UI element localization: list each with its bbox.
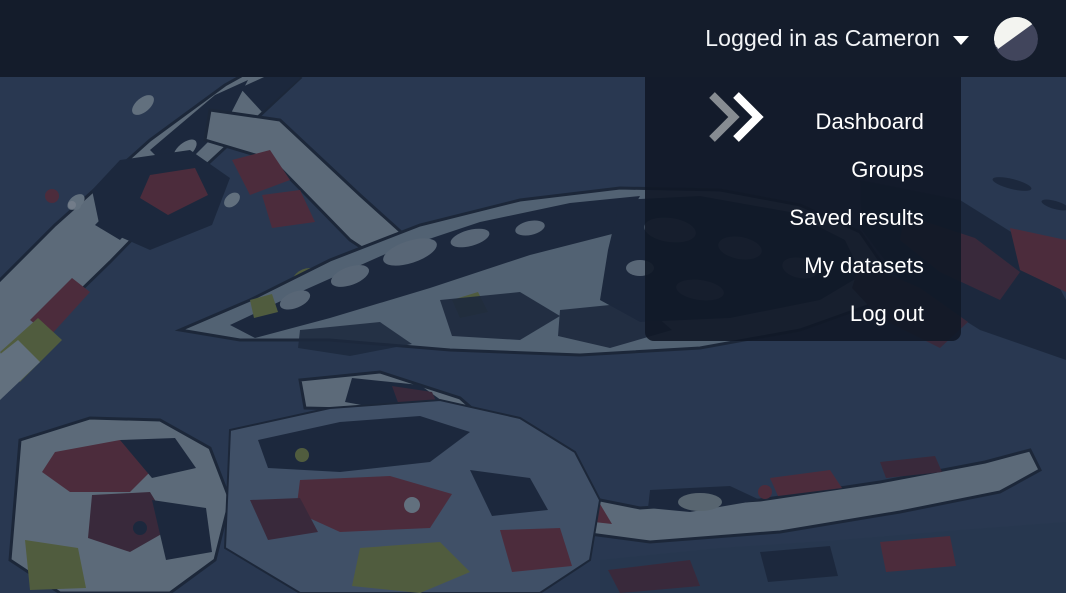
user-dropdown-item-list: Dashboard Groups Saved results My datase…	[645, 77, 961, 338]
chevron-down-icon[interactable]	[953, 36, 969, 45]
top-navigation-bar: Logged in as Cameron	[0, 0, 1066, 77]
menu-item-my-datasets[interactable]: My datasets	[645, 242, 961, 290]
avatar[interactable]	[994, 16, 1038, 61]
menu-item-groups[interactable]: Groups	[645, 146, 961, 194]
logged-in-user-label: Logged in as Cameron	[705, 25, 940, 51]
app-root: Dashboard Groups Saved results My datase…	[0, 0, 1066, 593]
user-dropdown-menu[interactable]: Dashboard Groups Saved results My datase…	[645, 77, 961, 341]
menu-item-log-out[interactable]: Log out	[645, 290, 961, 338]
user-menu-trigger[interactable]: Logged in as Cameron	[695, 19, 971, 58]
menu-item-saved-results[interactable]: Saved results	[645, 194, 961, 242]
menu-item-dashboard[interactable]: Dashboard	[645, 98, 961, 146]
